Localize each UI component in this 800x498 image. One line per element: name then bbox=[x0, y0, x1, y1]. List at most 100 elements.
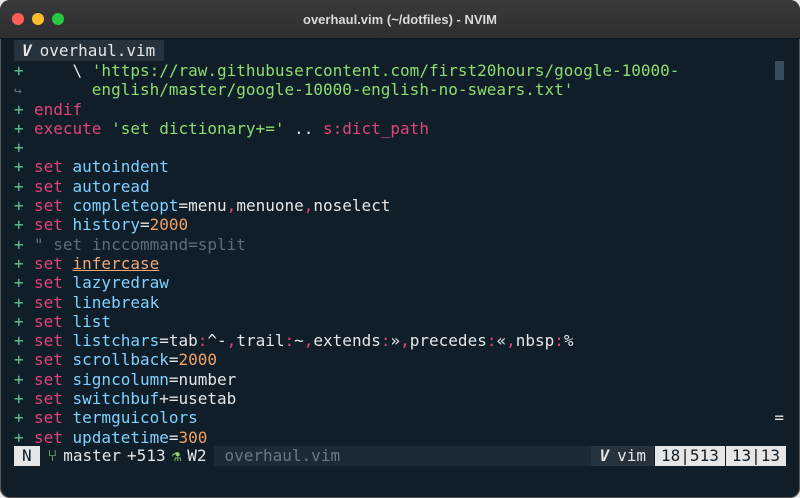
code-line[interactable]: + set lazyredraw bbox=[14, 273, 786, 292]
code-line[interactable]: + set listchars=tab:^-,trail:~,extends:»,… bbox=[14, 331, 786, 350]
code-token: , bbox=[303, 196, 314, 216]
git-added-sign: + bbox=[14, 215, 24, 235]
code-token: set bbox=[34, 311, 73, 331]
code-token: s: bbox=[322, 118, 343, 138]
code-token: linebreak bbox=[72, 292, 160, 312]
git-added-sign: + bbox=[14, 99, 24, 119]
tabline: Voverhaul.vim bbox=[14, 40, 786, 61]
code-line[interactable]: + set signcolumn=number bbox=[14, 370, 786, 389]
mode-indicator: N bbox=[14, 446, 40, 466]
git-added-sign: + bbox=[14, 350, 24, 370]
editor-area[interactable]: Voverhaul.vim + \ 'https://raw.githubuse… bbox=[14, 40, 786, 470]
code-line[interactable]: + " set inccommand=split bbox=[14, 235, 786, 254]
code-token: menuone bbox=[236, 196, 304, 216]
git-added-sign: + bbox=[14, 273, 24, 293]
code-token: list bbox=[72, 311, 112, 331]
code-line[interactable]: + set updatetime=300 bbox=[14, 428, 786, 447]
code-token: updatetime bbox=[72, 427, 169, 447]
code-token: = bbox=[139, 215, 150, 235]
code-token: set bbox=[34, 273, 73, 293]
code-token: dict_path bbox=[342, 118, 429, 138]
code-token: execute bbox=[34, 118, 112, 138]
code-line[interactable]: + set scrollback=2000 bbox=[14, 350, 786, 369]
code-token: , bbox=[506, 331, 516, 351]
code-token: signcolumn bbox=[72, 369, 169, 389]
git-added-sign: + bbox=[14, 389, 24, 409]
code-line[interactable]: + \ 'https://raw.githubusercontent.com/f… bbox=[14, 61, 786, 80]
code-token: set bbox=[34, 253, 73, 273]
code-token: » bbox=[390, 331, 401, 351]
nvim-window: overhaul.vim (~/dotfiles) - NVIM Voverha… bbox=[0, 0, 800, 498]
code-line[interactable]: + set linebreak bbox=[14, 293, 786, 312]
tab-overhaul-vim[interactable]: Voverhaul.vim bbox=[14, 40, 165, 61]
git-branch-icon: ⑂ bbox=[47, 446, 58, 466]
code-token: scrollback bbox=[72, 350, 169, 370]
code-token: = bbox=[168, 427, 179, 447]
scrollbar[interactable] bbox=[775, 61, 784, 80]
vim-logo-icon: V bbox=[599, 446, 610, 465]
code-line[interactable]: + set list bbox=[14, 312, 786, 331]
code-line[interactable]: + set termguicolors bbox=[14, 408, 786, 427]
git-added-sign: + bbox=[14, 157, 24, 177]
code-token: 2000 bbox=[149, 215, 189, 235]
code-token: history bbox=[72, 215, 140, 235]
line-position: 18|513 bbox=[655, 446, 725, 466]
code-line[interactable]: + set completeopt=menu,menuone,noselect bbox=[14, 196, 786, 215]
code-line[interactable]: ↪ english/master/google-10000-english-no… bbox=[14, 80, 786, 99]
git-added-sign: + bbox=[14, 369, 24, 389]
code-line[interactable]: + set autoread bbox=[14, 177, 786, 196]
code-line[interactable]: + set switchbuf+=usetab bbox=[14, 389, 786, 408]
code-token: set bbox=[34, 157, 73, 177]
code-token: " set inccommand=split bbox=[34, 234, 246, 254]
code-token: =menu bbox=[178, 196, 227, 216]
code-token: , bbox=[226, 196, 237, 216]
code-token: set bbox=[34, 369, 73, 389]
code-token: autoread bbox=[72, 176, 150, 196]
code-token: noselect bbox=[313, 196, 391, 216]
right-marker: = bbox=[774, 408, 784, 427]
code-token: extends bbox=[313, 331, 381, 351]
code-token: , bbox=[303, 331, 314, 351]
code-token: autoindent bbox=[72, 157, 169, 177]
code-token: 'set dictionary+=' bbox=[111, 118, 285, 138]
minimize-button[interactable] bbox=[32, 13, 44, 25]
code-token: « bbox=[496, 331, 507, 351]
code-token: .. bbox=[284, 118, 323, 138]
code-line[interactable]: + set infercase bbox=[14, 254, 786, 273]
code-line[interactable]: + bbox=[14, 138, 786, 157]
file-name: overhaul.vim bbox=[214, 446, 592, 466]
vim-logo-icon: V bbox=[22, 41, 32, 60]
column-position: 13|13 bbox=[725, 446, 786, 466]
git-added-sign: + bbox=[14, 253, 24, 273]
code-token: =number bbox=[168, 369, 237, 389]
git-added-sign: + bbox=[14, 427, 24, 447]
code-token: +=usetab bbox=[159, 389, 237, 409]
code-token: set bbox=[34, 427, 73, 447]
code-line[interactable]: + set autoindent bbox=[14, 157, 786, 176]
close-button[interactable] bbox=[12, 13, 24, 25]
zoom-button[interactable] bbox=[52, 13, 64, 25]
git-added-sign: + bbox=[14, 118, 24, 138]
code-token: switchbuf bbox=[72, 389, 160, 409]
code-token: termguicolors bbox=[72, 408, 198, 428]
code-line[interactable]: + set history=2000 bbox=[14, 215, 786, 234]
filetype: Vvim bbox=[591, 446, 655, 466]
code-token: set bbox=[34, 389, 73, 409]
title-bar: overhaul.vim (~/dotfiles) - NVIM bbox=[0, 0, 800, 39]
code-token: completeopt bbox=[72, 196, 179, 216]
code-token: listchars bbox=[72, 331, 160, 351]
code-line[interactable]: + execute 'set dictionary+=' .. s:dict_pa… bbox=[14, 119, 786, 138]
warning-count: W2 bbox=[187, 446, 207, 466]
code-token: nbsp bbox=[515, 331, 555, 351]
code-token: endif bbox=[34, 99, 83, 119]
buffer-text[interactable]: + \ 'https://raw.githubusercontent.com/f… bbox=[14, 61, 786, 447]
code-token: 'https://raw.githubusercontent.com/first… bbox=[91, 61, 680, 80]
code-token: trail bbox=[236, 331, 285, 351]
code-line[interactable]: + endif bbox=[14, 100, 786, 119]
git-added-sign: + bbox=[14, 176, 24, 196]
code-token: english/master/google-10000-english-no-s… bbox=[34, 80, 574, 100]
git-added-sign: + bbox=[14, 138, 24, 158]
code-token: \ bbox=[34, 61, 92, 80]
code-token: : bbox=[284, 331, 295, 351]
code-token: lazyredraw bbox=[72, 273, 169, 293]
